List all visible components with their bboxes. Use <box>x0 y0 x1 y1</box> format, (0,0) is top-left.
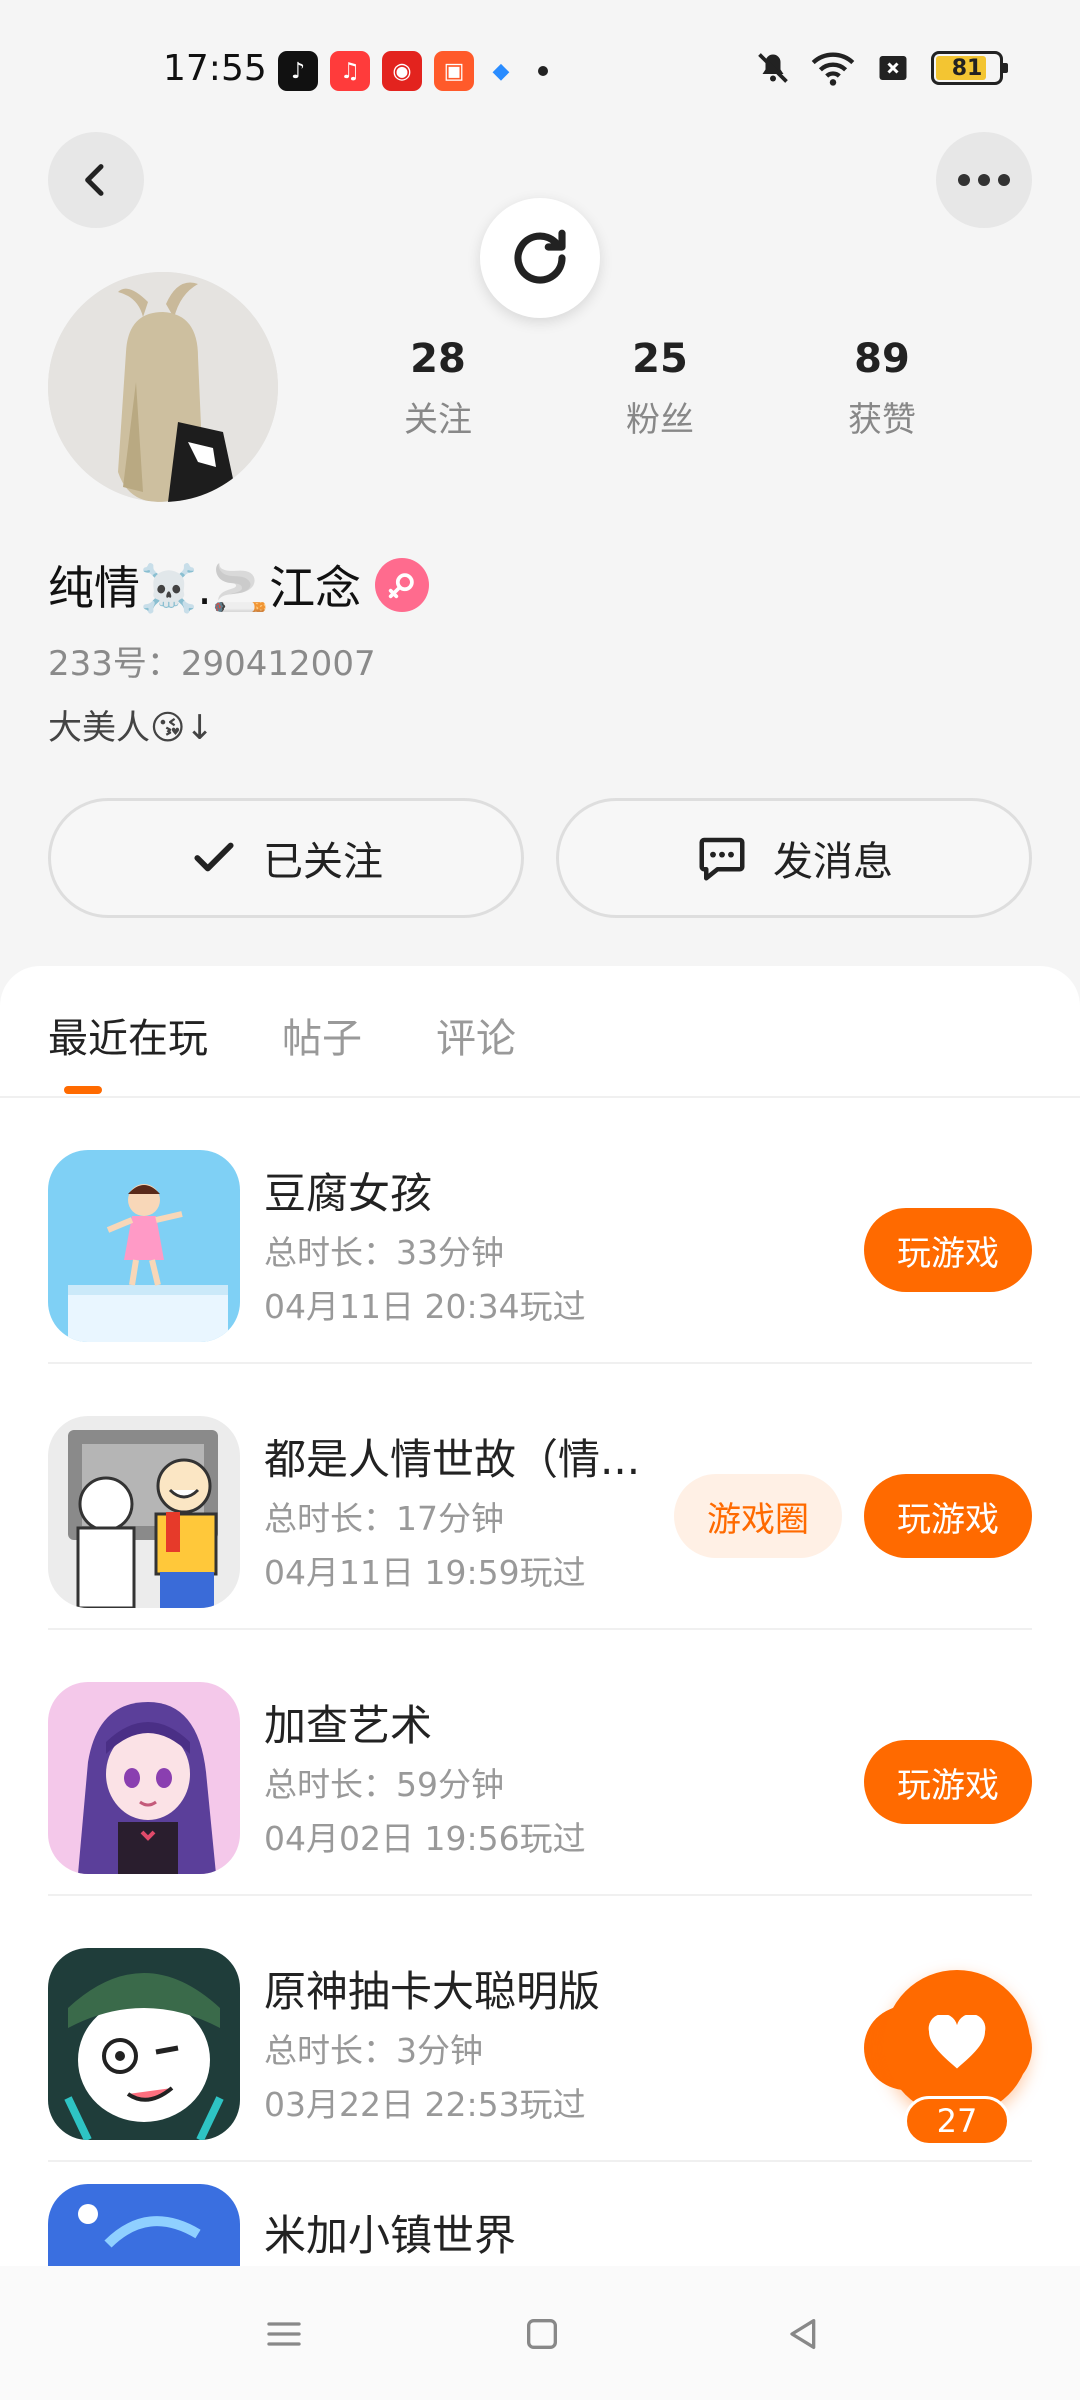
game-icon-gacha-art <box>48 1682 240 1874</box>
play-game-button[interactable]: 玩游戏 <box>864 1740 1032 1824</box>
game-last-played: 04月02日 19:56玩过 <box>264 1819 586 1858</box>
game-last-played: 04月11日 19:59玩过 <box>264 1553 586 1592</box>
status-time: 17:55 <box>163 48 267 89</box>
mute-icon <box>758 53 788 83</box>
heart-icon <box>928 2015 986 2069</box>
more-dots-icon <box>958 174 1010 186</box>
back-triangle-icon <box>790 2319 816 2349</box>
game-icon-miga-world <box>48 2184 240 2266</box>
game-row[interactable]: 加查艺术 总时长：59分钟 04月02日 19:56玩过 玩游戏 <box>48 1630 1032 1896</box>
game-title: 豆腐女孩 <box>264 1169 433 1218</box>
back-nav-button[interactable] <box>772 2304 832 2364</box>
chat-bubble-icon <box>699 837 745 881</box>
tiktok-icon: ♪ <box>278 51 318 91</box>
refresh-button[interactable] <box>480 198 600 318</box>
message-button[interactable]: 发消息 <box>556 798 1032 918</box>
video-icon: ▣ <box>434 51 474 91</box>
back-button[interactable] <box>48 132 144 228</box>
wifi-icon <box>811 52 855 86</box>
menu-icon <box>267 2322 301 2346</box>
like-button[interactable] <box>884 1970 1030 2116</box>
game-row[interactable]: 豆腐女孩 总时长：33分钟 04月11日 20:34玩过 玩游戏 <box>48 1098 1032 1364</box>
tab-active-indicator <box>64 1086 102 1094</box>
followed-button[interactable]: 已关注 <box>48 798 524 918</box>
game-duration: 总时长：59分钟 <box>264 1765 504 1804</box>
stat-following-label: 关注 <box>404 400 472 440</box>
stat-likes[interactable]: 89 获赞 <box>812 336 952 441</box>
more-notifications-dot <box>538 66 548 76</box>
status-bar: 17:55 ♪ ♫ ◉ ▣ ◆ 81 <box>0 0 1080 140</box>
game-duration: 总时长：33分钟 <box>264 1233 504 1272</box>
chevron-left-icon <box>85 164 104 196</box>
browser-icon: ◆ <box>492 58 510 84</box>
game-icon-genshin-gacha <box>48 1948 240 2140</box>
status-system-icons: 81 <box>755 50 1008 86</box>
game-title: 原神抽卡大聪明版 <box>264 1967 601 2016</box>
stat-likes-label: 获赞 <box>848 400 916 440</box>
avatar-image <box>48 272 278 502</box>
game-circle-button[interactable]: 游戏圈 <box>674 1474 842 1558</box>
check-icon <box>194 842 234 872</box>
game-title: 加查艺术 <box>264 1701 433 1750</box>
nickname-row: 纯情☠️.🚬江念 <box>48 552 430 618</box>
stat-followers-label: 粉丝 <box>626 400 694 440</box>
game-row[interactable]: 都是人情世故（情... 总时长：17分钟 04月11日 19:59玩过 游戏圈 … <box>48 1364 1032 1630</box>
game-last-played: 04月11日 20:34玩过 <box>264 1287 586 1326</box>
like-count: 27 <box>904 2096 1010 2146</box>
stat-likes-value: 89 <box>854 336 910 382</box>
game-icon-renqing-shigu <box>48 1416 240 1608</box>
no-sim-icon <box>879 56 907 80</box>
female-gender-icon <box>375 558 430 612</box>
stat-followers-value: 25 <box>632 336 688 382</box>
followed-label: 已关注 <box>263 839 383 885</box>
battery-indicator: 81 <box>931 51 1008 85</box>
music-icon: ♫ <box>330 51 370 91</box>
game-last-played: 03月22日 22:53玩过 <box>264 2085 586 2124</box>
bio: 大美人😘↓ <box>48 708 214 748</box>
tab-posts[interactable]: 帖子 <box>282 1006 362 1064</box>
game-title: 都是人情世故（情... <box>264 1435 641 1484</box>
shopping-icon: ◉ <box>382 51 422 91</box>
message-label: 发消息 <box>773 839 893 885</box>
game-row[interactable]: 米加小镇世界 <box>48 2162 1032 2266</box>
home-nav-button[interactable] <box>512 2304 572 2364</box>
menu-nav-button[interactable] <box>254 2304 314 2364</box>
tab-comments[interactable]: 评论 <box>436 1006 516 1064</box>
game-duration: 总时长：3分钟 <box>264 2031 483 2070</box>
avatar[interactable] <box>48 272 278 502</box>
stat-followers[interactable]: 25 粉丝 <box>590 336 730 441</box>
system-nav-bar <box>0 2266 1080 2400</box>
nickname: 纯情☠️.🚬江念 <box>48 561 362 615</box>
game-icon-tofu-girl <box>48 1150 240 1342</box>
stat-following[interactable]: 28 关注 <box>368 336 508 441</box>
tab-bar: 最近在玩 帖子 评论 <box>48 1006 516 1064</box>
status-app-icons: ♪ ♫ ◉ ▣ ◆ <box>278 51 548 91</box>
stat-following-value: 28 <box>410 336 466 382</box>
tab-recently-played[interactable]: 最近在玩 <box>48 1006 208 1064</box>
play-game-button[interactable]: 玩游戏 <box>864 1474 1032 1558</box>
game-title: 米加小镇世界 <box>264 2211 517 2260</box>
refresh-icon <box>514 229 566 284</box>
game-duration: 总时长：17分钟 <box>264 1499 504 1538</box>
more-button[interactable] <box>936 132 1032 228</box>
play-game-button[interactable]: 玩游戏 <box>864 1208 1032 1292</box>
user-id: 233号：290412007 <box>48 644 376 684</box>
home-square-icon <box>527 2319 557 2349</box>
